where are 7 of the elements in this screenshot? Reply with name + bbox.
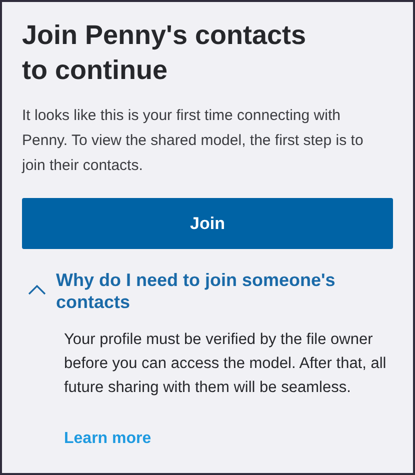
chevron-icon — [28, 284, 46, 296]
faq-toggle[interactable]: Why do I need to join someone's contacts — [22, 269, 393, 313]
learn-more-link[interactable]: Learn more — [64, 427, 152, 451]
faq-answer: Your profile must be verified by the file owner before you can access the model. After that, all future sharing with them will be seamless. — [64, 330, 388, 398]
join-button[interactable]: Join — [22, 198, 393, 249]
intro-text: It looks like this is your first time connecting with Penny. To view the shared model, the first step is to join their contacts. — [22, 106, 364, 176]
dialog-title: Join Penny's contacts to continue — [22, 19, 308, 87]
